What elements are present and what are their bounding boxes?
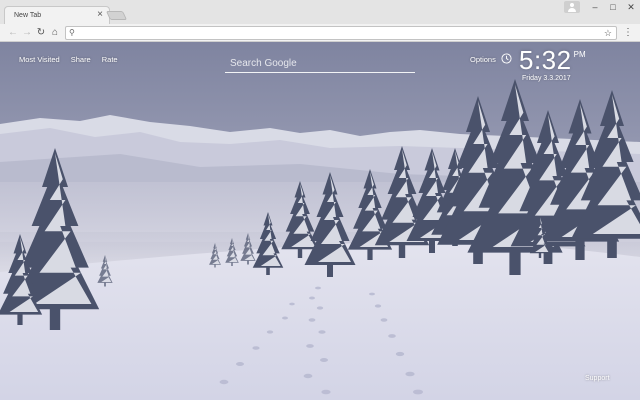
clock-time: 5:32 [519, 45, 572, 75]
bookmark-star-icon[interactable]: ☆ [604, 27, 612, 39]
clock-date: Friday 3.3.2017 [522, 75, 571, 82]
back-button[interactable]: ← [7, 27, 19, 39]
reload-button[interactable]: ↻ [35, 27, 47, 39]
most-visited-link[interactable]: Most Visited [19, 55, 60, 64]
window-controls: – □ ✕ [564, 0, 640, 14]
address-bar[interactable]: ⚲ ☆ [65, 26, 617, 40]
search-icon: ⚲ [69, 28, 75, 37]
tab-title: New Tab [14, 12, 42, 19]
maximize-button[interactable]: □ [604, 0, 622, 14]
clock-icon[interactable] [501, 53, 512, 64]
share-link[interactable]: Share [71, 55, 91, 64]
search-input[interactable] [230, 55, 412, 71]
clock: 5:32 PM [519, 45, 586, 75]
tab-close-icon[interactable]: × [97, 9, 103, 21]
clock-ampm: PM [573, 50, 586, 59]
profile-icon[interactable] [564, 1, 580, 13]
browser-menu-button[interactable]: ⋮ [623, 27, 633, 39]
new-tab-page: Most Visited Share Rate Options 5:32 PM … [0, 42, 640, 400]
support-link[interactable]: Support [585, 375, 610, 382]
address-input[interactable] [80, 27, 595, 39]
browser-toolbar: ← → ↻ ⌂ ⚲ ☆ ⋮ [0, 24, 640, 42]
tab-new-tab[interactable]: New Tab × [4, 6, 110, 24]
google-search-box[interactable] [225, 51, 415, 73]
title-bar: New Tab × – □ ✕ [0, 0, 640, 24]
home-button[interactable]: ⌂ [49, 27, 61, 39]
options-link[interactable]: Options [470, 55, 496, 64]
new-tab-button[interactable] [105, 11, 128, 20]
forward-button[interactable]: → [21, 27, 33, 39]
rate-link[interactable]: Rate [102, 55, 118, 64]
close-window-button[interactable]: ✕ [622, 0, 640, 14]
background-image [0, 42, 640, 400]
minimize-button[interactable]: – [586, 0, 604, 14]
top-links: Most Visited Share Rate [19, 55, 118, 64]
